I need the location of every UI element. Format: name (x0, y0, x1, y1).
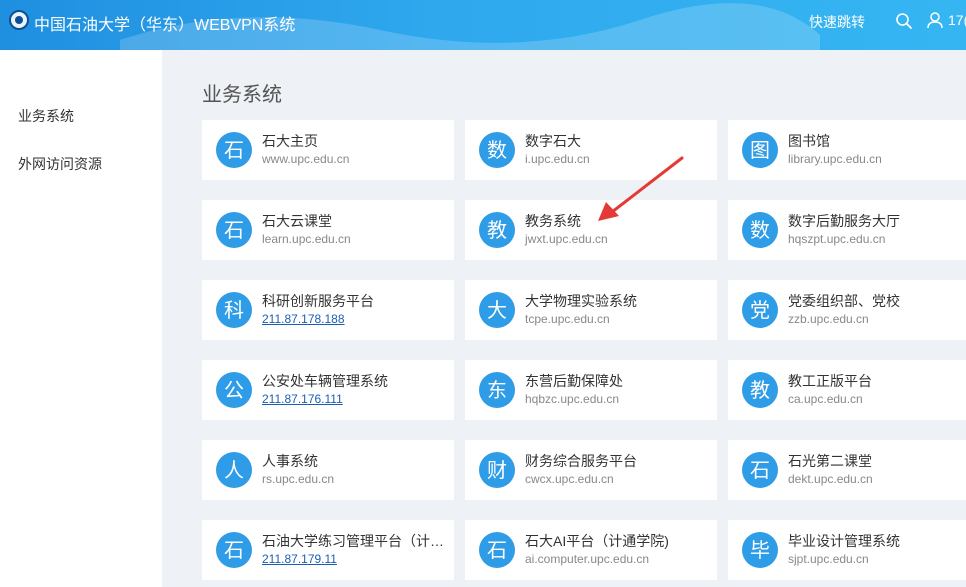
card-badge-icon: 图 (742, 132, 778, 168)
card-badge-icon: 数 (479, 132, 515, 168)
system-card[interactable]: 科 科研创新服务平台 211.87.178.188 (202, 280, 454, 340)
card-name: 公安处车辆管理系统 (262, 373, 388, 389)
search-icon[interactable] (895, 12, 913, 30)
user-menu-button[interactable]: 17( (926, 11, 966, 31)
system-card[interactable]: 数 数字石大 i.upc.edu.cn (465, 120, 717, 180)
card-badge-icon: 科 (216, 292, 252, 328)
system-card[interactable]: 大 大学物理实验系统 tcpe.upc.edu.cn (465, 280, 717, 340)
card-badge-icon: 教 (742, 372, 778, 408)
card-name: 石光第二课堂 (788, 453, 872, 469)
card-badge-icon: 大 (479, 292, 515, 328)
card-url: ai.computer.upc.edu.cn (525, 552, 650, 566)
card-name: 东营后勤保障处 (525, 373, 623, 389)
card-name: 石大AI平台（计通学院) (525, 533, 669, 549)
card-badge-icon: 公 (216, 372, 252, 408)
card-name: 人事系统 (262, 453, 318, 469)
section-title: 业务系统 (202, 84, 282, 106)
card-url: hqszpt.upc.edu.cn (788, 232, 886, 246)
system-card[interactable]: 党 党委组织部、党校 zzb.upc.edu.cn (728, 280, 966, 340)
card-url: library.upc.edu.cn (788, 152, 882, 166)
sidebar: 业务系统 外网访问资源 (0, 50, 162, 587)
card-badge-icon: 教 (479, 212, 515, 248)
card-name: 党委组织部、党校 (788, 293, 900, 309)
card-badge-icon: 石 (479, 532, 515, 568)
system-card[interactable]: 图 图书馆 library.upc.edu.cn (728, 120, 966, 180)
card-name: 石油大学练习管理平台（计… (262, 533, 444, 549)
card-name: 教工正版平台 (788, 373, 872, 389)
system-card[interactable]: 人 人事系统 rs.upc.edu.cn (202, 440, 454, 500)
card-badge-icon: 石 (216, 132, 252, 168)
card-url: rs.upc.edu.cn (262, 472, 335, 486)
card-url: zzb.upc.edu.cn (788, 312, 869, 326)
card-url: cwcx.upc.edu.cn (525, 472, 614, 486)
system-card[interactable]: 数 数字后勤服务大厅 hqszpt.upc.edu.cn (728, 200, 966, 260)
system-card[interactable]: 石 石大主页 www.upc.edu.cn (202, 120, 454, 180)
sidebar-item-external-resources[interactable]: 外网访问资源 (18, 154, 102, 174)
card-badge-icon: 党 (742, 292, 778, 328)
card-name: 图书馆 (788, 133, 830, 149)
card-url: learn.upc.edu.cn (262, 232, 351, 246)
card-name: 数字石大 (525, 133, 581, 149)
card-url-link[interactable]: 211.87.179.11 (262, 552, 337, 566)
card-badge-icon: 石 (216, 212, 252, 248)
system-card[interactable]: 石 石油大学练习管理平台（计… 211.87.179.11 (202, 520, 454, 580)
card-badge-icon: 数 (742, 212, 778, 248)
card-name: 毕业设计管理系统 (788, 533, 900, 549)
card-name: 科研创新服务平台 (262, 293, 374, 309)
card-url: dekt.upc.edu.cn (788, 472, 873, 486)
system-card-academic-affairs[interactable]: 教 教务系统 jwxt.upc.edu.cn (465, 200, 717, 260)
top-header: 中国石油大学（华东）WEBVPN系统 快速跳转 17( (0, 0, 966, 50)
card-url: hqbzc.upc.edu.cn (525, 392, 620, 406)
card-url: sjpt.upc.edu.cn (788, 552, 869, 566)
system-card[interactable]: 公 公安处车辆管理系统 211.87.176.111 (202, 360, 454, 420)
card-url: www.upc.edu.cn (262, 152, 350, 166)
card-name: 石大主页 (262, 133, 318, 149)
system-card[interactable]: 东 东营后勤保障处 hqbzc.upc.edu.cn (465, 360, 717, 420)
card-badge-icon: 石 (742, 452, 778, 488)
card-badge-icon: 东 (479, 372, 515, 408)
user-icon (927, 12, 943, 29)
card-url: i.upc.edu.cn (525, 152, 590, 166)
card-name: 大学物理实验系统 (525, 293, 637, 309)
card-url-link[interactable]: 211.87.178.188 (262, 312, 345, 326)
quick-jump-link[interactable]: 快速跳转 (809, 12, 865, 32)
system-card[interactable]: 石 石光第二课堂 dekt.upc.edu.cn (728, 440, 966, 500)
card-name: 石大云课堂 (262, 213, 332, 229)
card-name: 数字后勤服务大厅 (788, 213, 900, 229)
card-name: 财务综合服务平台 (525, 453, 637, 469)
sidebar-item-business-systems[interactable]: 业务系统 (18, 106, 74, 126)
card-url: ca.upc.edu.cn (788, 392, 863, 406)
card-url: jwxt.upc.edu.cn (525, 232, 608, 246)
card-badge-icon: 毕 (742, 532, 778, 568)
user-id: 17( (948, 12, 966, 28)
card-badge-icon: 财 (479, 452, 515, 488)
system-card[interactable]: 财 财务综合服务平台 cwcx.upc.edu.cn (465, 440, 717, 500)
card-url: tcpe.upc.edu.cn (525, 312, 610, 326)
system-card[interactable]: 石 石大AI平台（计通学院) ai.computer.upc.edu.cn (465, 520, 717, 580)
site-title: 中国石油大学（华东）WEBVPN系统 (34, 17, 296, 34)
system-card[interactable]: 石 石大云课堂 learn.upc.edu.cn (202, 200, 454, 260)
university-logo-icon (9, 10, 29, 30)
system-card[interactable]: 毕 毕业设计管理系统 sjpt.upc.edu.cn (728, 520, 966, 580)
card-badge-icon: 石 (216, 532, 252, 568)
system-card[interactable]: 教 教工正版平台 ca.upc.edu.cn (728, 360, 966, 420)
card-badge-icon: 人 (216, 452, 252, 488)
card-url-link[interactable]: 211.87.176.111 (262, 392, 343, 406)
card-name: 教务系统 (525, 213, 581, 229)
